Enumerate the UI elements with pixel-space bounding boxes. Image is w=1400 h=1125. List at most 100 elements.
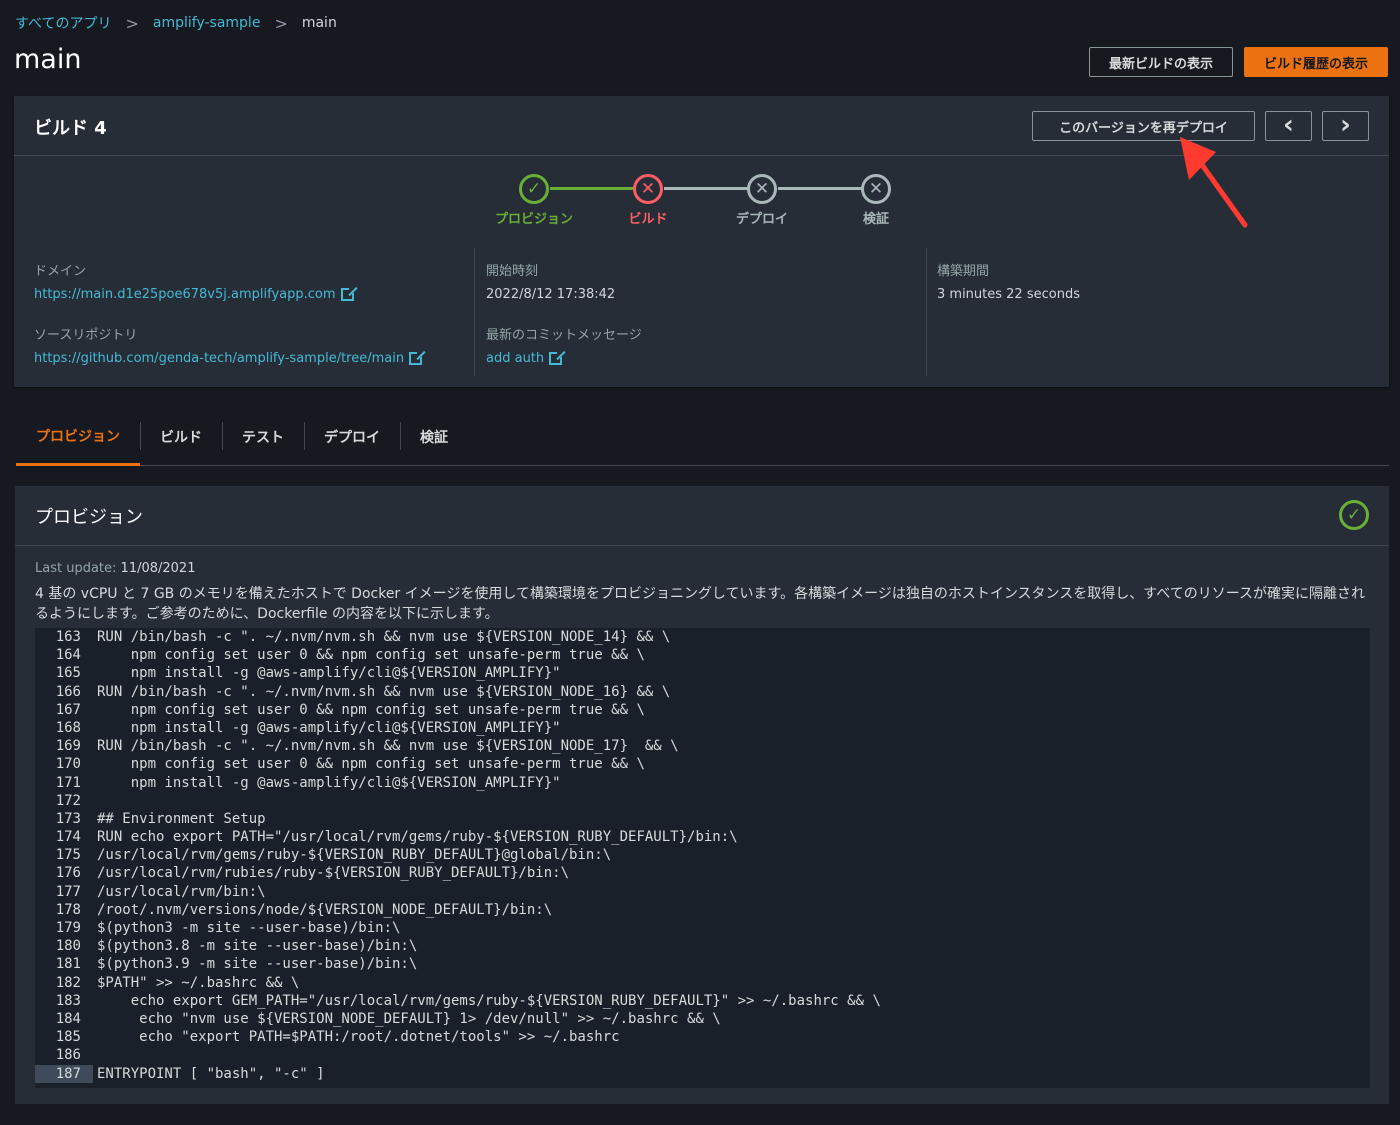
line-number: 170 — [55, 756, 81, 773]
tab-deploy[interactable]: デプロイ — [304, 408, 400, 465]
check-icon: ✓ — [519, 174, 549, 204]
line-number: 185 — [55, 1029, 81, 1046]
line-number: 173 — [55, 810, 81, 827]
redeploy-button[interactable]: このバージョンを再デプロイ — [1032, 111, 1255, 141]
page-title: main — [14, 44, 82, 75]
code-text: RUN /bin/bash -c ". ~/.nvm/nvm.sh && nvm… — [97, 683, 671, 700]
provision-panel: プロビジョン ✓ Last update: 11/08/2021 4 基の vC… — [15, 486, 1389, 1104]
build-title: ビルド 4 — [34, 118, 107, 139]
step-label: 検証 — [862, 212, 889, 227]
code-line: 177/usr/local/rvm/bin:\ — [35, 883, 1370, 901]
last-update-date: 11/08/2021 — [120, 561, 196, 576]
commit-message: add auth — [486, 351, 545, 366]
code-text: echo export GEM_PATH="/usr/local/rvm/gem… — [97, 992, 881, 1009]
code-line: 185 echo "export PATH=$PATH:/root/.dotne… — [35, 1028, 1370, 1046]
code-line: 181 $(python3.9 -m site --user-base)/bin:… — [35, 955, 1370, 973]
step-label: ビルド — [628, 212, 668, 227]
breadcrumb-all-apps-link[interactable]: すべてのアプリ — [15, 13, 111, 33]
code-line: 176/usr/local/rvm/rubies/ruby-${VERSION_… — [35, 864, 1370, 882]
line-number: 186 — [55, 1047, 81, 1064]
x-icon: ✕ — [747, 174, 777, 204]
code-text: echo "nvm use ${VERSION_NODE_DEFAULT} 1>… — [97, 1010, 721, 1027]
line-number: 171 — [55, 774, 81, 791]
code-line: 183 echo export GEM_PATH="/usr/local/rvm… — [35, 992, 1370, 1010]
line-number: 172 — [55, 792, 81, 809]
top-actions: 最新ビルドの表示 ビルド履歴の表示 — [1088, 47, 1388, 77]
step-label: デプロイ — [735, 212, 788, 227]
tab-verify[interactable]: 検証 — [400, 408, 468, 465]
line-number: 167 — [55, 701, 81, 718]
last-update-label: Last update: — [35, 561, 117, 576]
check-circle-icon: ✓ — [1339, 500, 1369, 530]
line-number: 184 — [55, 1010, 81, 1027]
line-number: 183 — [55, 992, 81, 1009]
code-text: npm install -g @aws-amplify/cli@${VERSIO… — [97, 719, 561, 736]
domain-link[interactable]: https://main.d1e25poe678v5j.amplifyapp.c… — [34, 287, 474, 302]
code-text: $PATH" >> ~/.bashrc && \ — [97, 974, 300, 991]
tab-test[interactable]: テスト — [222, 408, 304, 465]
line-number: 180 — [55, 938, 81, 955]
external-link-icon — [409, 351, 424, 365]
breadcrumb: すべてのアプリ > amplify-sample > main — [15, 13, 337, 33]
repo-label: ソースリポジトリ — [34, 328, 138, 343]
code-text: npm install -g @aws-amplify/cli@${VERSIO… — [97, 665, 561, 682]
external-link-icon — [549, 351, 564, 365]
code-line: 178/root/.nvm/versions/node/${VERSION_NO… — [35, 901, 1370, 919]
meta-column-start: 開始時刻 2022/8/12 17:38:42 最新のコミットメッセージ add… — [474, 248, 926, 376]
code-line: 174 RUN echo export PATH="/usr/local/rvm/… — [35, 828, 1370, 846]
code-line: 175/usr/local/rvm/gems/ruby-${VERSION_RU… — [35, 846, 1370, 864]
build-stepper: ✓ プロビジョン ✕ ビルド ✕ デプロイ ✕ 検証 — [484, 174, 904, 234]
code-text: ## Environment Setup — [97, 810, 266, 827]
external-link-icon — [340, 287, 355, 301]
code-line: 186 — [35, 1046, 1370, 1064]
code-text: $(python3 -m site --user-base)/bin:\ — [97, 920, 401, 936]
x-icon: ✕ — [861, 174, 891, 204]
code-line: 166 RUN /bin/bash -c ". ~/.nvm/nvm.sh && … — [35, 683, 1370, 701]
previous-build-button[interactable]: ‹ — [1265, 111, 1312, 141]
step-verify: ✕ 検証 — [826, 174, 926, 227]
x-icon: ✕ — [633, 174, 663, 204]
chevron-left-icon: ‹ — [1283, 109, 1294, 140]
code-line: 180 $(python3.8 -m site --user-base)/bin:… — [35, 937, 1370, 955]
code-line: 184 echo "nvm use ${VERSION_NODE_DEFAULT… — [35, 1010, 1370, 1028]
tab-build[interactable]: ビルド — [140, 408, 222, 465]
last-update: Last update: 11/08/2021 — [35, 561, 195, 576]
code-text: ENTRYPOINT [ "bash", "-c" ] — [97, 1065, 325, 1082]
latest-build-button[interactable]: 最新ビルドの表示 — [1088, 47, 1233, 77]
code-line: 170 npm config set user 0 && npm config … — [35, 755, 1370, 773]
breadcrumb-app-link[interactable]: amplify-sample — [153, 15, 261, 31]
line-number: 176 — [55, 865, 81, 882]
dockerfile-code-block[interactable]: 163 RUN /bin/bash -c ". ~/.nvm/nvm.sh && … — [35, 628, 1370, 1088]
code-line: 173 ## Environment Setup — [35, 810, 1370, 828]
line-number: 174 — [55, 829, 81, 846]
start-time-label: 開始時刻 — [486, 264, 539, 279]
code-line: 172 — [35, 792, 1370, 810]
step-provision: ✓ プロビジョン — [484, 174, 584, 227]
code-line: 171 npm install -g @aws-amplify/cli@${VE… — [35, 774, 1370, 792]
duration-label: 構築期間 — [937, 264, 990, 279]
next-build-button[interactable]: › — [1322, 111, 1369, 141]
code-text: $(python3.8 -m site --user-base)/bin:\ — [97, 938, 418, 955]
line-number: 166 — [55, 683, 81, 700]
domain-label: ドメイン — [34, 264, 87, 279]
line-number: 178 — [55, 901, 81, 918]
commit-link[interactable]: add auth — [486, 351, 926, 366]
tab-provision[interactable]: プロビジョン — [16, 408, 140, 466]
code-line: 187 ENTRYPOINT [ "bash", "-c" ] — [35, 1064, 1370, 1083]
breadcrumb-current: main — [301, 15, 337, 31]
domain-url: https://main.d1e25poe678v5j.amplifyapp.c… — [34, 287, 336, 302]
build-header: ビルド 4 このバージョンを再デプロイ ‹ › — [14, 96, 1389, 156]
line-number: 165 — [55, 665, 81, 682]
code-text: npm install -g @aws-amplify/cli@${VERSIO… — [97, 774, 561, 791]
build-history-button[interactable]: ビルド履歴の表示 — [1243, 47, 1388, 77]
provision-title: プロビジョン — [35, 507, 143, 528]
code-text: RUN echo export PATH="/usr/local/rvm/gem… — [97, 829, 738, 846]
code-line: 164 npm config set user 0 && npm config … — [35, 646, 1370, 664]
provision-header: プロビジョン ✓ — [15, 486, 1389, 546]
duration-value: 3 minutes 22 seconds — [937, 287, 1080, 302]
repo-url: https://github.com/genda-tech/amplify-sa… — [34, 351, 405, 366]
repo-link[interactable]: https://github.com/genda-tech/amplify-sa… — [34, 351, 474, 366]
line-number: 175 — [55, 847, 81, 864]
